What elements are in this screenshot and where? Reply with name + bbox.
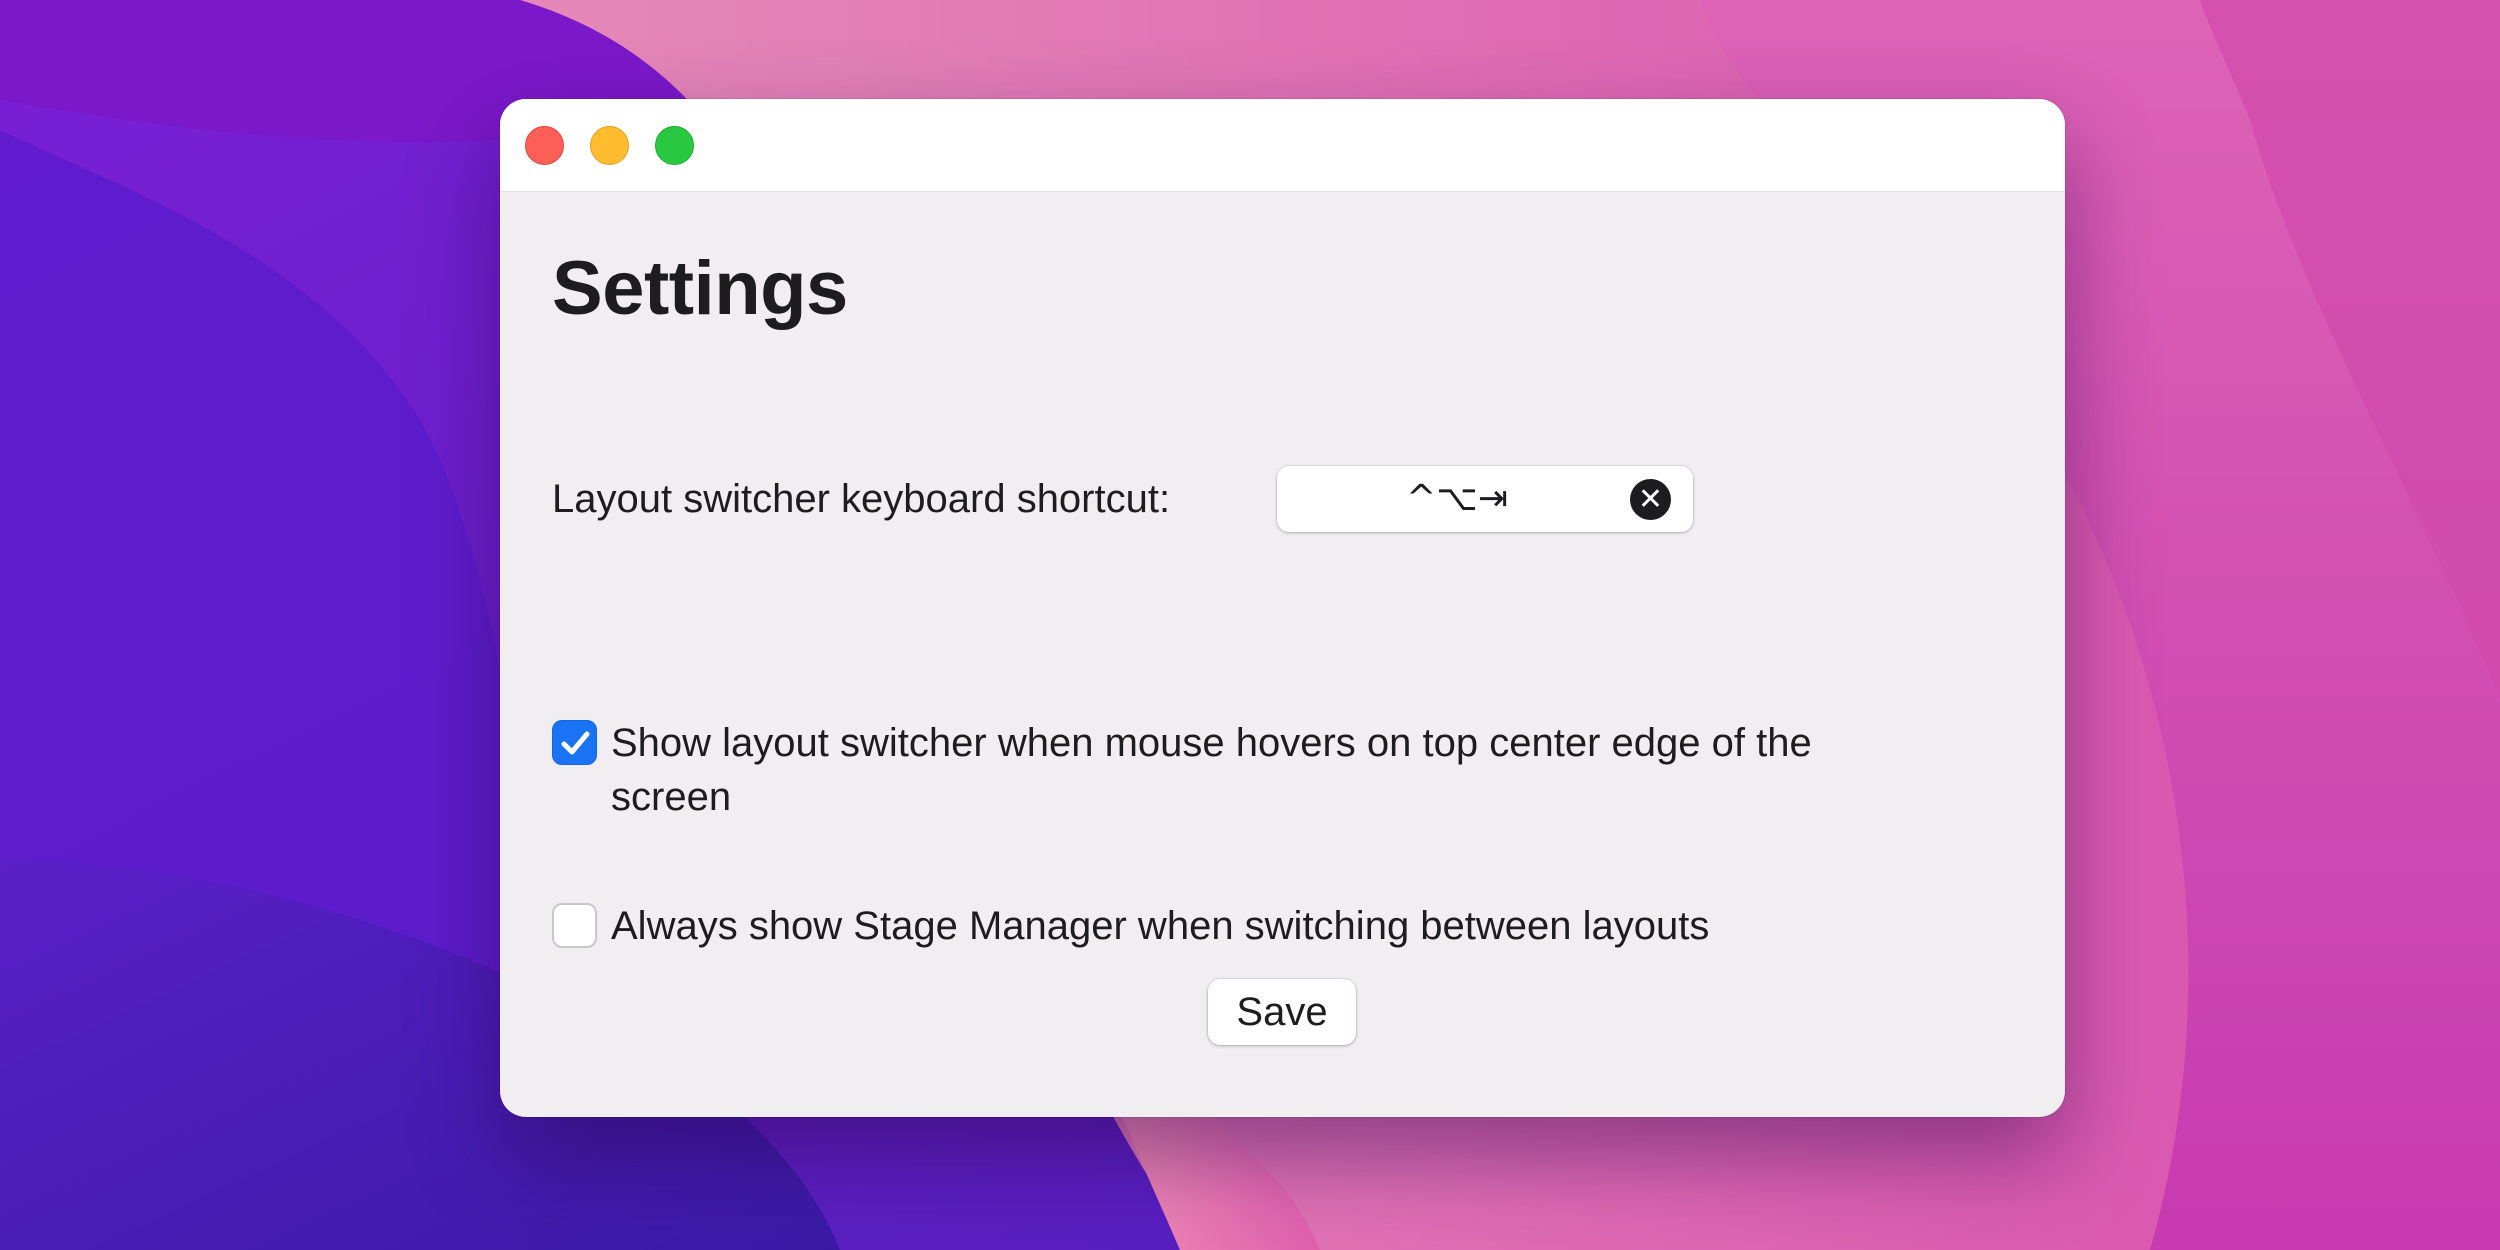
shortcut-label: Layout switcher keyboard shortcut: [552, 477, 1171, 521]
clear-shortcut-icon[interactable]: ✕ [1630, 479, 1671, 520]
shortcut-recorder-field[interactable]: ^⌥⇥ ✕ [1277, 466, 1693, 532]
page-title: Settings [552, 246, 848, 331]
hover-trigger-label: Show layout switcher when mouse hovers o… [611, 721, 1812, 819]
shortcut-keys-value: ^⌥⇥ [1406, 478, 1508, 519]
window-minimize-button[interactable] [590, 126, 629, 165]
checkmark-icon [561, 731, 590, 755]
stage-manager-checkbox[interactable] [552, 903, 597, 948]
save-button[interactable]: Save [1208, 979, 1356, 1045]
hover-trigger-checkbox[interactable] [552, 720, 597, 765]
stage-manager-label: Always show Stage Manager when switching… [611, 904, 1710, 948]
window-close-button[interactable] [525, 126, 564, 165]
window-zoom-button[interactable] [655, 126, 694, 165]
settings-window: Settings Layout switcher keyboard shortc… [500, 99, 2065, 1117]
title-bar [500, 99, 2065, 192]
